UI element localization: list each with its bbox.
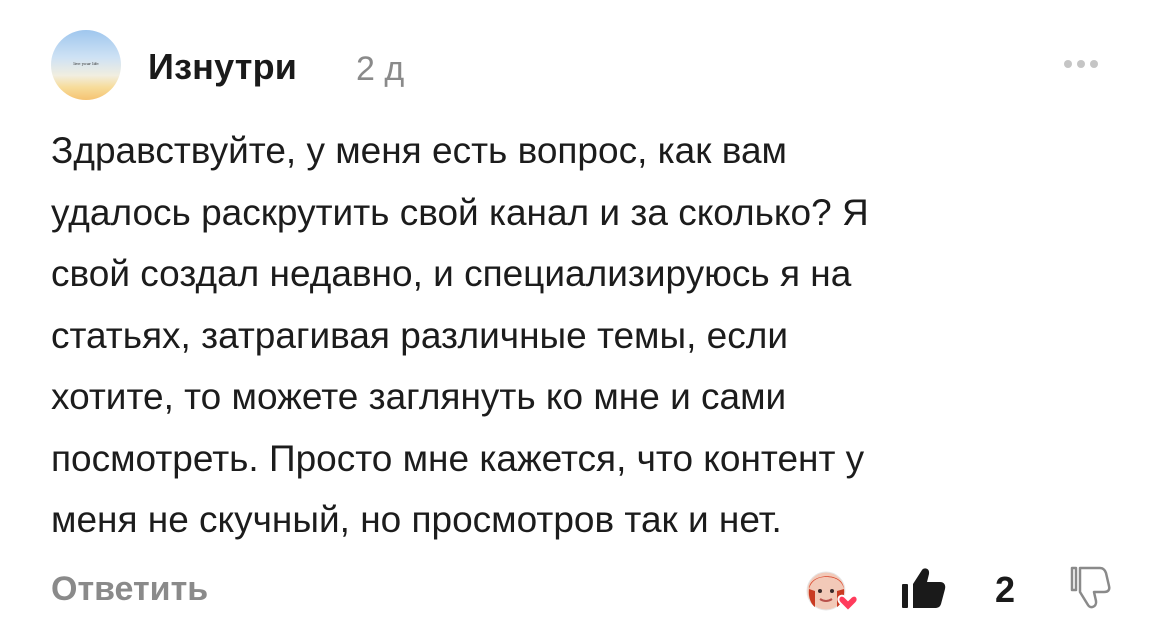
author-name[interactable]: Изнутри bbox=[148, 46, 297, 88]
dot bbox=[1090, 60, 1098, 68]
dot bbox=[1077, 60, 1085, 68]
thumbs-down-icon[interactable] bbox=[1066, 564, 1114, 612]
comment-line: меня не скучный, но просмотров так и нет… bbox=[51, 499, 782, 540]
comment-text: Здравствуйте, у меня есть вопрос, как ва… bbox=[51, 120, 1131, 551]
comment-timestamp: 2 д bbox=[356, 50, 405, 88]
dot bbox=[1064, 60, 1072, 68]
like-count: 2 bbox=[995, 569, 1016, 610]
avatar-caption: live your life bbox=[73, 61, 99, 66]
author-heart-avatar-icon bbox=[806, 567, 862, 615]
comment-line: удалось раскрутить свой канал и за сколь… bbox=[51, 191, 869, 233]
reply-button[interactable]: Ответить bbox=[51, 570, 208, 609]
comment-line: Здравствуйте, у меня есть вопрос, как ва… bbox=[51, 130, 787, 171]
comment-line: статьях, затрагивая различные темы, если bbox=[51, 314, 788, 356]
thumbs-up-icon[interactable] bbox=[900, 566, 952, 610]
author-avatar[interactable]: live your life bbox=[51, 30, 121, 100]
more-dots-icon[interactable] bbox=[1064, 60, 1098, 68]
comment-line: свой создал недавно, и специализируюсь я… bbox=[51, 253, 852, 294]
comment-line: хотите, то можете заглянуть ко мне и сам… bbox=[51, 376, 787, 417]
comment-line: посмотреть. Просто мне кажется, что конт… bbox=[51, 437, 865, 479]
